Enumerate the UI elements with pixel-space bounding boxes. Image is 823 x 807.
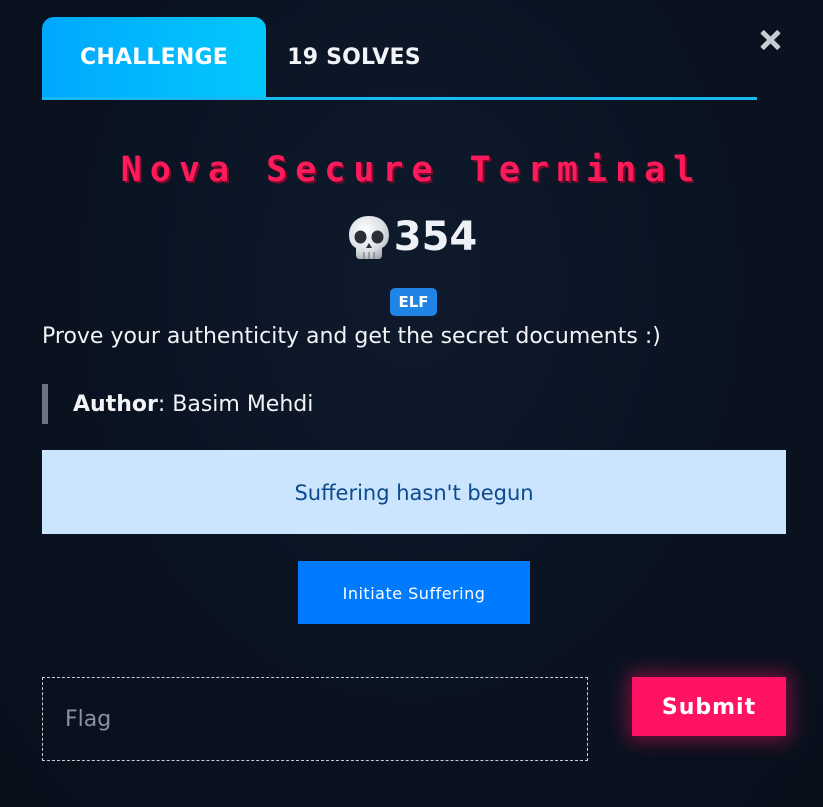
author-blockquote: Author: Basim Mehdi [42, 384, 313, 424]
tab-bar: CHALLENGE 19 SOLVES [42, 17, 757, 100]
author-label: Author [73, 392, 158, 417]
points-row: 354 [0, 213, 823, 269]
challenge-description: Prove your authenticity and get the secr… [42, 324, 661, 349]
initiate-suffering-button[interactable]: Initiate Suffering [298, 561, 530, 624]
points-value: 354 [393, 214, 478, 260]
author-name: : Basim Mehdi [157, 392, 314, 417]
tab-challenge[interactable]: CHALLENGE [42, 17, 266, 97]
flag-input[interactable] [42, 677, 588, 761]
close-icon[interactable] [758, 27, 784, 53]
category-tag: ELF [390, 288, 437, 316]
submit-button[interactable]: Submit [632, 677, 786, 736]
skull-icon [348, 216, 389, 259]
challenge-modal: CHALLENGE 19 SOLVES Nova Secure Terminal… [0, 0, 823, 807]
status-alert: Suffering hasn't begun [42, 450, 786, 534]
tab-solves[interactable]: 19 SOLVES [266, 17, 442, 97]
challenge-title: Nova Secure Terminal [120, 150, 703, 190]
